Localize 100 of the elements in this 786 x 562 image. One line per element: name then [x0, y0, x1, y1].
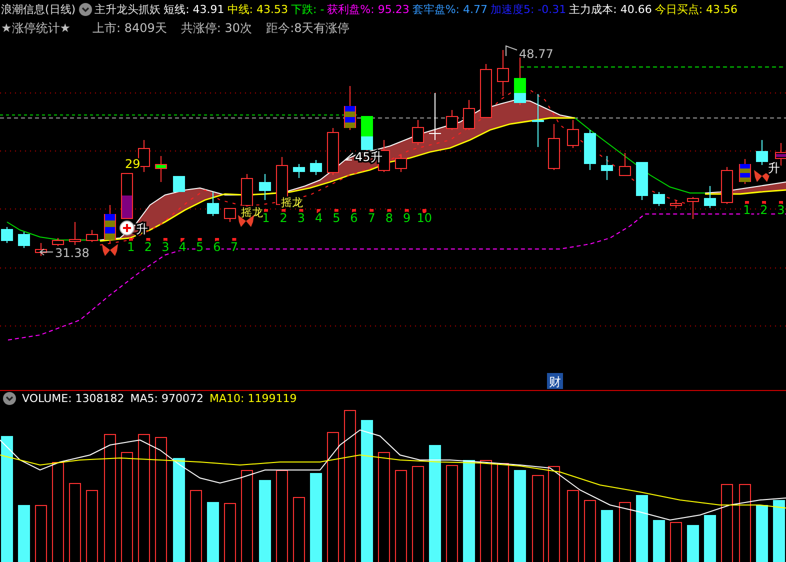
- candlestick: [310, 160, 322, 176]
- candlestick: [756, 140, 768, 166]
- candlestick: [86, 230, 98, 242]
- indicator-reading: 下跌: -: [291, 2, 324, 17]
- candlestick: [293, 164, 305, 178]
- count-label: 3: [297, 211, 306, 225]
- marker-square: [370, 209, 374, 213]
- high-price-label: 48.77: [519, 47, 554, 61]
- count-label: 7: [368, 211, 376, 225]
- candlestick: [327, 128, 339, 176]
- candlestick: [532, 94, 544, 148]
- candlestick: [480, 64, 492, 118]
- marker-square: [146, 238, 150, 242]
- count-label: 2: [760, 203, 768, 217]
- candlestick: [687, 196, 699, 220]
- marker-square: [163, 238, 168, 242]
- candlestick: [259, 174, 271, 200]
- count-label: 8: [385, 211, 394, 225]
- volume-reading: VOLUME: 1308182: [22, 391, 124, 406]
- limit-up-stat: 共涨停: 30次: [180, 21, 252, 36]
- count-label: 2: [144, 240, 152, 254]
- candlestick: [412, 120, 424, 146]
- marker-square: [352, 209, 356, 213]
- dropdown-caret-icon[interactable]: [78, 3, 92, 16]
- candlestick: [207, 192, 219, 216]
- count-label: 4: [314, 211, 323, 225]
- indicator-reading: 短线: 43.91: [164, 2, 224, 17]
- count-label: 7: [230, 240, 238, 254]
- marker-square: [745, 201, 749, 205]
- marker-square: [316, 209, 321, 213]
- candlestick: [138, 140, 150, 172]
- candlestick: [567, 120, 579, 148]
- marker-square: [299, 209, 304, 213]
- candlestick: [241, 174, 253, 208]
- count-label: 1: [262, 211, 270, 225]
- candlestick: [155, 156, 167, 182]
- count-label: 1: [127, 240, 135, 254]
- angle-icon: [344, 152, 354, 160]
- marker-square: [282, 209, 286, 213]
- count-label: 4: [178, 240, 186, 254]
- candlestick: [446, 110, 458, 130]
- count-label: 5: [332, 211, 340, 225]
- marker-square: [404, 209, 409, 213]
- candlestick: [18, 232, 30, 248]
- candlestick: [69, 222, 81, 246]
- indicator-reading: 主力成本: 40.66: [569, 2, 652, 17]
- marker-square: [387, 209, 392, 213]
- arrow-icon: [40, 248, 54, 256]
- candlestick: [395, 154, 407, 172]
- candlestick: [514, 56, 526, 106]
- marker-square: [779, 201, 783, 205]
- count-label: 6: [213, 240, 221, 254]
- candlestick: [121, 172, 133, 219]
- stock-title: 浪潮信息(日线): [1, 2, 76, 17]
- count-label: 9: [402, 211, 411, 225]
- marker-square: [180, 238, 185, 242]
- low-price-label: 31.38: [55, 246, 90, 260]
- candlestick: [704, 186, 716, 208]
- limit-up-stat: ★涨停统计★: [1, 21, 71, 36]
- count-label: 3: [777, 203, 785, 217]
- count-label: 10: [416, 211, 432, 225]
- butterfly-icon: [754, 170, 770, 182]
- plus-circle-icon: [120, 220, 134, 236]
- marker-square: [232, 238, 236, 242]
- volume-reading: MA5: 970072: [130, 391, 204, 406]
- candlestick: [104, 204, 116, 244]
- candlestick: [653, 192, 665, 206]
- indicator-reading: 套牢盘%: 4.77: [412, 2, 488, 17]
- candlestick: [636, 162, 648, 200]
- count-label: 6: [350, 211, 358, 225]
- volume-reading: MA10: 1199119: [209, 391, 297, 406]
- candlestick: [463, 100, 475, 130]
- butterfly-icon: [102, 244, 118, 256]
- candlestick: [601, 156, 613, 180]
- count-label: 1: [743, 203, 751, 217]
- marker-square: [215, 238, 219, 242]
- finance-badge[interactable]: 财: [547, 373, 563, 389]
- indicator-reading: 今日买点: 43.56: [654, 2, 738, 17]
- indicator-reading: 加速度5: -0.31: [490, 2, 566, 17]
- candlestick: [584, 130, 596, 170]
- candlestick: [224, 208, 236, 222]
- dropdown-caret-icon[interactable]: [3, 392, 16, 405]
- candlestick: [548, 124, 560, 170]
- candlestick: [429, 92, 441, 140]
- rise-label: 升: [136, 222, 148, 236]
- candlestick: [35, 242, 47, 256]
- candlestick: [52, 238, 64, 246]
- candlestick: [1, 226, 13, 244]
- limit-up-stat: 距今:8天有涨停: [266, 21, 350, 36]
- candlestick: [670, 200, 682, 208]
- count-label: 3: [162, 240, 170, 254]
- marker-square: [129, 238, 133, 242]
- marker-square: [762, 201, 766, 205]
- indicator-reading: 获利盘%: 95.23: [327, 2, 410, 17]
- rise-label: 升: [768, 161, 780, 175]
- candlestick: [619, 152, 631, 176]
- candlestick: [721, 166, 733, 204]
- marker-square: [334, 209, 338, 213]
- candlestick: [497, 50, 509, 96]
- candlestick: [173, 176, 185, 192]
